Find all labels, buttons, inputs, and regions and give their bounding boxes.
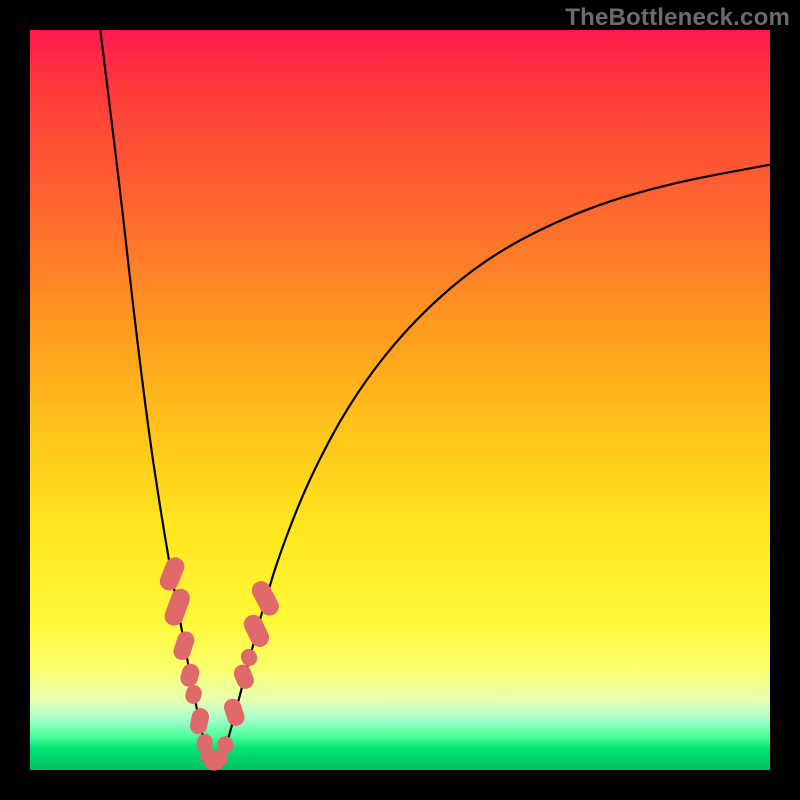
curve-left-branch [100, 30, 210, 761]
plot-area [30, 30, 770, 770]
sample-marker [163, 587, 192, 628]
watermark-text: TheBottleneck.com [565, 4, 790, 32]
sample-marker [241, 612, 271, 649]
curve-layer [30, 30, 770, 770]
sample-marker [222, 697, 246, 727]
sample-marker [184, 684, 203, 705]
curve-right-branch [220, 165, 770, 761]
sample-marker [189, 707, 210, 735]
sample-marker [158, 555, 187, 593]
chart-frame: TheBottleneck.com [0, 0, 800, 800]
marker-group [158, 555, 282, 770]
sample-marker [179, 662, 201, 688]
sample-marker [249, 578, 281, 618]
sample-marker [232, 663, 256, 691]
sample-marker [172, 630, 196, 662]
